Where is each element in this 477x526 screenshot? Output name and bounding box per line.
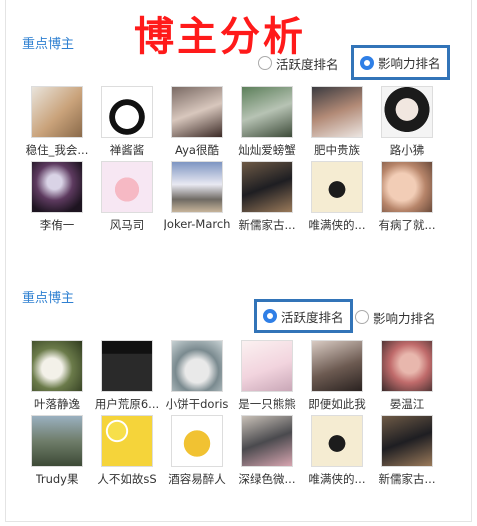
blogger-avatar[interactable] bbox=[171, 340, 223, 392]
radio-checked-icon bbox=[263, 309, 277, 323]
blogger-avatar[interactable] bbox=[101, 86, 153, 138]
section-label: 重点博主 bbox=[22, 37, 75, 52]
blogger-name[interactable]: 是一只熊熊 bbox=[238, 396, 296, 412]
blogger-item[interactable]: 禅酱酱 bbox=[92, 86, 162, 161]
blogger-item[interactable]: Trudy果 bbox=[22, 415, 92, 490]
blogger-avatar[interactable] bbox=[31, 340, 83, 392]
blogger-item[interactable]: 深绿色微... bbox=[232, 415, 302, 490]
radio-label: 活跃度排名 bbox=[281, 309, 344, 325]
radio-activity-rank[interactable]: 活跃度排名 bbox=[258, 48, 339, 78]
blogger-avatar[interactable] bbox=[171, 415, 223, 467]
blogger-grid: 叶落静逸 用户荒原6... 小饼干doris 是一只熊熊 即便如此我 晏温江 Trudy果 人… bbox=[22, 340, 442, 490]
radio-label: 影响力排名 bbox=[373, 310, 436, 326]
radio-influence-rank[interactable]: 影响力排名 bbox=[351, 45, 450, 80]
blogger-item[interactable]: 新儒家古... bbox=[372, 415, 442, 490]
blogger-item[interactable]: 即便如此我 bbox=[302, 340, 372, 415]
blogger-avatar[interactable] bbox=[241, 161, 293, 213]
section-label: 重点博主 bbox=[22, 291, 75, 306]
blogger-avatar[interactable] bbox=[31, 161, 83, 213]
blogger-item[interactable]: 晏温江 bbox=[372, 340, 442, 415]
blogger-name[interactable]: 人不如故sS bbox=[97, 471, 156, 487]
blogger-name[interactable]: 稳住_我会... bbox=[26, 142, 89, 158]
blogger-avatar[interactable] bbox=[101, 340, 153, 392]
blogger-avatar[interactable] bbox=[101, 161, 153, 213]
blogger-item[interactable]: 风马司 bbox=[92, 161, 162, 236]
blogger-item[interactable]: Joker-March bbox=[162, 161, 232, 236]
blogger-name[interactable]: 风马司 bbox=[110, 217, 145, 233]
blogger-name[interactable]: Trudy果 bbox=[36, 471, 79, 487]
blogger-avatar[interactable] bbox=[311, 340, 363, 392]
radio-circle-icon bbox=[355, 310, 369, 324]
blogger-name[interactable]: 叶落静逸 bbox=[34, 396, 80, 412]
blogger-avatar[interactable] bbox=[171, 161, 223, 213]
blogger-item[interactable]: 唯满侠的... bbox=[302, 161, 372, 236]
blogger-avatar[interactable] bbox=[381, 340, 433, 392]
blogger-item[interactable]: 人不如故sS bbox=[92, 415, 162, 490]
blogger-item[interactable]: 灿灿爱螃蟹 bbox=[232, 86, 302, 161]
blogger-avatar[interactable] bbox=[31, 86, 83, 138]
blogger-item[interactable]: 新儒家古... bbox=[232, 161, 302, 236]
blogger-name[interactable]: 小饼干doris bbox=[166, 396, 229, 412]
blogger-avatar[interactable] bbox=[311, 86, 363, 138]
blogger-item[interactable]: 小饼干doris bbox=[162, 340, 232, 415]
blogger-item[interactable]: 李侑一 bbox=[22, 161, 92, 236]
blogger-name[interactable]: Aya很酷 bbox=[175, 142, 219, 158]
radio-label: 活跃度排名 bbox=[276, 56, 339, 72]
radio-label: 影响力排名 bbox=[378, 56, 441, 71]
blogger-item[interactable]: 肥中贵族 bbox=[302, 86, 372, 161]
blogger-item[interactable]: 路小狒 bbox=[372, 86, 442, 161]
blogger-name[interactable]: 新儒家古... bbox=[239, 217, 296, 233]
radio-checked-icon bbox=[360, 55, 374, 70]
blogger-name[interactable]: 路小狒 bbox=[390, 142, 425, 158]
blogger-name[interactable]: 用户荒原6... bbox=[95, 396, 159, 412]
blogger-item[interactable]: 唯满侠的... bbox=[302, 415, 372, 490]
blogger-name[interactable]: 唯满侠的... bbox=[309, 217, 366, 233]
blogger-item[interactable]: 酒容易醉人 bbox=[162, 415, 232, 490]
blogger-name[interactable]: 酒容易醉人 bbox=[168, 471, 226, 487]
blogger-item[interactable]: 有病了就... bbox=[372, 161, 442, 236]
blogger-avatar[interactable] bbox=[381, 415, 433, 467]
blogger-avatar[interactable] bbox=[241, 340, 293, 392]
blogger-item[interactable]: 是一只熊熊 bbox=[232, 340, 302, 415]
blogger-name[interactable]: 深绿色微... bbox=[239, 471, 296, 487]
blogger-avatar[interactable] bbox=[311, 161, 363, 213]
blogger-name[interactable]: 唯满侠的... bbox=[309, 471, 366, 487]
blogger-name[interactable]: 灿灿爱螃蟹 bbox=[238, 142, 296, 158]
blogger-name[interactable]: 禅酱酱 bbox=[110, 142, 145, 158]
blogger-name[interactable]: 即便如此我 bbox=[308, 396, 366, 412]
blogger-name[interactable]: 李侑一 bbox=[40, 217, 75, 233]
blogger-name[interactable]: 新儒家古... bbox=[379, 471, 436, 487]
blogger-name[interactable]: 有病了就... bbox=[379, 217, 436, 233]
blogger-name[interactable]: 晏温江 bbox=[390, 396, 425, 412]
blogger-avatar[interactable] bbox=[31, 415, 83, 467]
blogger-avatar[interactable] bbox=[381, 86, 433, 138]
radio-circle-icon bbox=[258, 56, 272, 70]
blogger-item[interactable]: 叶落静逸 bbox=[22, 340, 92, 415]
radio-activity-rank[interactable]: 活跃度排名 bbox=[254, 299, 353, 333]
blogger-name[interactable]: Joker-March bbox=[164, 217, 231, 231]
blogger-avatar[interactable] bbox=[381, 161, 433, 213]
blogger-avatar[interactable] bbox=[101, 415, 153, 467]
blogger-avatar[interactable] bbox=[241, 86, 293, 138]
blogger-avatar[interactable] bbox=[311, 415, 363, 467]
blogger-grid: 稳住_我会... 禅酱酱 Aya很酷 灿灿爱螃蟹 肥中贵族 路小狒李侑一 风马司 Joker-… bbox=[22, 86, 442, 236]
radio-influence-rank[interactable]: 影响力排名 bbox=[355, 302, 436, 332]
blogger-name[interactable]: 肥中贵族 bbox=[314, 142, 360, 158]
blogger-avatar[interactable] bbox=[171, 86, 223, 138]
blogger-item[interactable]: 稳住_我会... bbox=[22, 86, 92, 161]
blogger-item[interactable]: Aya很酷 bbox=[162, 86, 232, 161]
blogger-avatar[interactable] bbox=[241, 415, 293, 467]
blogger-item[interactable]: 用户荒原6... bbox=[92, 340, 162, 415]
